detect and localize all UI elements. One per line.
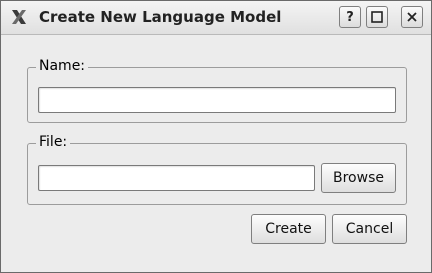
dialog-window: Create New Language Model ? Name: File: … — [0, 0, 432, 273]
cancel-button[interactable]: Cancel — [332, 214, 407, 244]
x-logo-icon — [12, 10, 26, 24]
name-input[interactable] — [38, 87, 396, 113]
help-button[interactable]: ? — [339, 6, 361, 28]
file-input[interactable] — [38, 165, 315, 191]
close-button[interactable] — [401, 6, 423, 28]
create-label: Create — [265, 221, 312, 237]
cancel-label: Cancel — [345, 221, 394, 237]
title-bar[interactable]: Create New Language Model ? — [1, 1, 431, 35]
maximize-icon — [371, 11, 383, 23]
help-icon: ? — [346, 9, 354, 25]
file-label: File: — [36, 134, 71, 150]
maximize-button[interactable] — [366, 6, 388, 28]
browse-button[interactable]: Browse — [321, 163, 396, 193]
create-button[interactable]: Create — [251, 214, 326, 244]
browse-label: Browse — [333, 170, 384, 186]
window-title: Create New Language Model — [39, 8, 282, 26]
name-label: Name: — [36, 58, 89, 74]
close-icon — [407, 12, 417, 22]
